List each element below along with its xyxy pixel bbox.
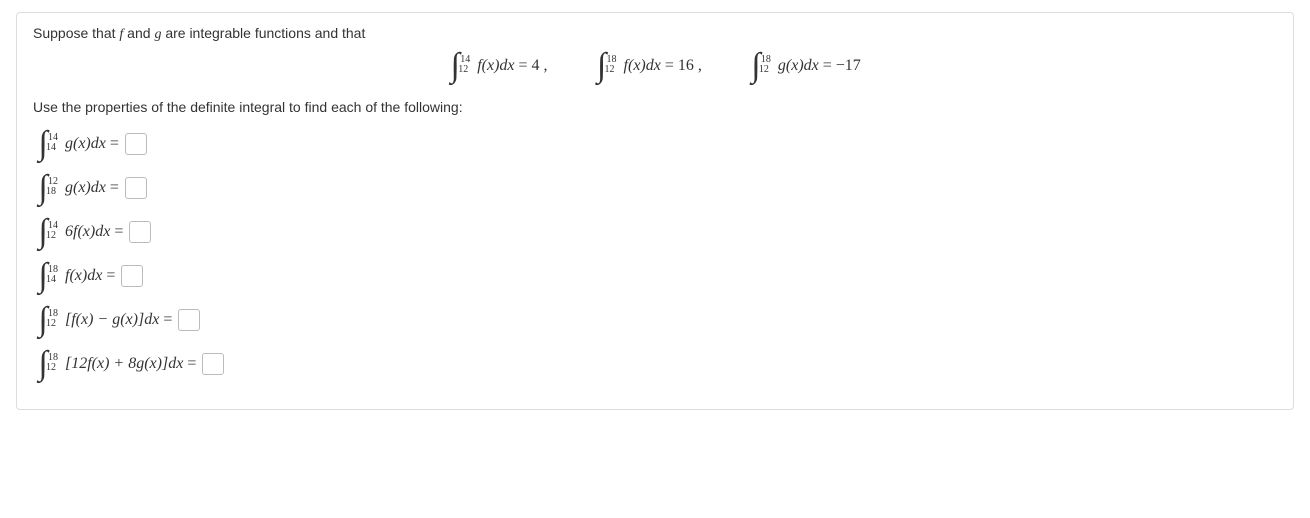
equals-value: = −17	[823, 57, 861, 75]
integral-sign: ∫ 12 18	[33, 173, 53, 203]
integral-sign: ∫ 14 12	[33, 217, 53, 247]
equals-value: = 4 ,	[519, 57, 548, 75]
lower-limit: 12	[759, 55, 769, 85]
integrand: [12f(x) + 8g(x)]dx	[65, 355, 183, 373]
lower-limit: 14	[46, 133, 56, 163]
equals-sign: =	[114, 223, 123, 241]
lower-limit: 12	[605, 55, 615, 85]
integral-sign: ∫ 18 12	[592, 51, 612, 81]
intro-text: Suppose that f and g are integrable func…	[33, 25, 1277, 43]
question-row-3: ∫ 14 12 6f(x)dx =	[33, 217, 1277, 247]
instructions-text: Use the properties of the definite integ…	[33, 99, 1277, 115]
equals-sign: =	[110, 135, 119, 153]
answer-input-2[interactable]	[125, 177, 147, 199]
answer-input-3[interactable]	[129, 221, 151, 243]
given-integral-2: ∫ 18 12 f(x)dx = 16 ,	[592, 51, 706, 81]
answer-input-5[interactable]	[178, 309, 200, 331]
given-integrals: ∫ 14 12 f(x)dx = 4 , ∫ 18 12 f(x)dx = 16…	[33, 51, 1277, 81]
lower-limit: 14	[46, 265, 56, 295]
intro-post: are integrable functions and that	[161, 25, 365, 41]
equals-value: = 16 ,	[665, 57, 702, 75]
equals-sign: =	[110, 179, 119, 197]
given-integral-1: ∫ 14 12 f(x)dx = 4 ,	[445, 51, 551, 81]
integrand: f(x)dx	[65, 267, 102, 285]
question-row-6: ∫ 18 12 [12f(x) + 8g(x)]dx =	[33, 349, 1277, 379]
integral-sign: ∫ 18 12	[33, 305, 53, 335]
equals-sign: =	[163, 311, 172, 329]
question-row-5: ∫ 18 12 [f(x) − g(x)]dx =	[33, 305, 1277, 335]
integral-sign: ∫ 18 14	[33, 261, 53, 291]
integral-sign: ∫ 18 12	[746, 51, 766, 81]
lower-limit: 12	[46, 221, 56, 251]
integrand: f(x)dx	[477, 57, 514, 75]
integrand: 6f(x)dx	[65, 223, 110, 241]
equals-sign: =	[187, 355, 196, 373]
integrand: f(x)dx	[624, 57, 661, 75]
lower-limit: 12	[46, 353, 56, 383]
integrand: g(x)dx	[65, 135, 106, 153]
answer-input-1[interactable]	[125, 133, 147, 155]
lower-limit: 12	[458, 55, 468, 85]
equals-sign: =	[106, 267, 115, 285]
integral-sign: ∫ 18 12	[33, 349, 53, 379]
integrand: g(x)dx	[65, 179, 106, 197]
given-integral-3: ∫ 18 12 g(x)dx = −17	[746, 51, 865, 81]
integrand: [f(x) − g(x)]dx	[65, 311, 159, 329]
intro-mid: and	[123, 25, 154, 41]
question-row-1: ∫ 14 14 g(x)dx =	[33, 129, 1277, 159]
question-row-2: ∫ 12 18 g(x)dx =	[33, 173, 1277, 203]
problem-container: Suppose that f and g are integrable func…	[16, 12, 1294, 410]
integral-sign: ∫ 14 14	[33, 129, 53, 159]
lower-limit: 12	[46, 309, 56, 339]
answer-input-4[interactable]	[121, 265, 143, 287]
integral-sign: ∫ 14 12	[445, 51, 465, 81]
question-row-4: ∫ 18 14 f(x)dx =	[33, 261, 1277, 291]
lower-limit: 18	[46, 177, 56, 207]
intro-pre: Suppose that	[33, 25, 119, 41]
integrand: g(x)dx	[778, 57, 819, 75]
answer-input-6[interactable]	[202, 353, 224, 375]
